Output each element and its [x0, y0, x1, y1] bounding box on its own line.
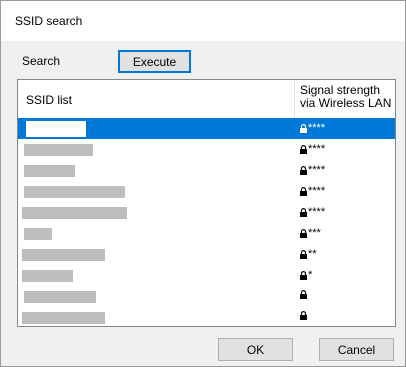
- ssid-name-redacted: [24, 186, 125, 198]
- ssid-row[interactable]: **: [18, 244, 395, 265]
- ssid-name-redacted: [24, 165, 75, 177]
- lock-icon: [300, 186, 307, 196]
- ssid-search-dialog: SSID search Search Execute SSID list Sig…: [0, 0, 406, 367]
- signal-cell: ****: [300, 122, 325, 134]
- ok-button[interactable]: OK: [218, 338, 293, 361]
- search-label: Search: [22, 54, 61, 68]
- lock-icon: [300, 165, 307, 175]
- signal-cell: [300, 290, 308, 299]
- ssid-list[interactable]: SSID list Signal strength via Wireless L…: [17, 79, 396, 327]
- signal-cell: ****: [300, 164, 325, 176]
- signal-stars: ****: [308, 206, 326, 218]
- signal-stars: ***: [308, 227, 321, 239]
- lock-icon: [300, 311, 307, 320]
- column-header-signal[interactable]: Signal strength via Wireless LAN: [300, 84, 391, 110]
- column-header-ssid[interactable]: SSID list: [26, 93, 72, 107]
- execute-button[interactable]: Execute: [118, 50, 191, 73]
- signal-stars: **: [308, 248, 317, 260]
- column-separator[interactable]: [294, 80, 295, 118]
- title-bar: SSID search: [1, 1, 405, 41]
- signal-stars: ****: [308, 122, 326, 134]
- ssid-row[interactable]: ****: [18, 118, 395, 139]
- ssid-name-redacted: [24, 228, 52, 240]
- cancel-button[interactable]: Cancel: [319, 338, 394, 361]
- ssid-row[interactable]: [18, 307, 395, 326]
- signal-stars: ****: [308, 143, 326, 155]
- lock-icon: [300, 270, 307, 280]
- ssid-row[interactable]: *: [18, 265, 395, 286]
- signal-cell: ***: [300, 227, 321, 239]
- lock-icon: [300, 290, 307, 299]
- column-header-signal-line2: via Wireless LAN: [300, 96, 392, 110]
- signal-stars: ****: [308, 185, 326, 197]
- window-title: SSID search: [15, 14, 83, 28]
- ssid-row[interactable]: ***: [18, 223, 395, 244]
- ssid-name-redacted: [22, 270, 73, 282]
- signal-cell: ****: [300, 185, 325, 197]
- signal-cell: [300, 311, 308, 320]
- ssid-name-redacted: [24, 291, 96, 303]
- ssid-name-redacted: [26, 121, 86, 137]
- signal-stars: ****: [308, 164, 326, 176]
- signal-cell: *: [300, 269, 312, 281]
- list-header: SSID list Signal strength via Wireless L…: [18, 80, 395, 119]
- lock-icon: [300, 144, 307, 154]
- signal-cell: ****: [300, 206, 325, 218]
- lock-icon: [300, 207, 307, 217]
- signal-stars: *: [308, 269, 313, 281]
- ssid-name-redacted: [22, 249, 105, 261]
- ssid-row[interactable]: ****: [18, 139, 395, 160]
- lock-icon: [300, 123, 307, 133]
- ssid-row[interactable]: ****: [18, 181, 395, 202]
- ssid-row[interactable]: ****: [18, 160, 395, 181]
- lock-icon: [300, 249, 307, 259]
- signal-cell: ****: [300, 143, 325, 155]
- ssid-name-redacted: [22, 207, 127, 219]
- ssid-name-redacted: [22, 312, 105, 324]
- lock-icon: [300, 228, 307, 238]
- ssid-row[interactable]: ****: [18, 202, 395, 223]
- ssid-name-redacted: [24, 144, 93, 156]
- ssid-row[interactable]: [18, 286, 395, 307]
- signal-cell: **: [300, 248, 317, 260]
